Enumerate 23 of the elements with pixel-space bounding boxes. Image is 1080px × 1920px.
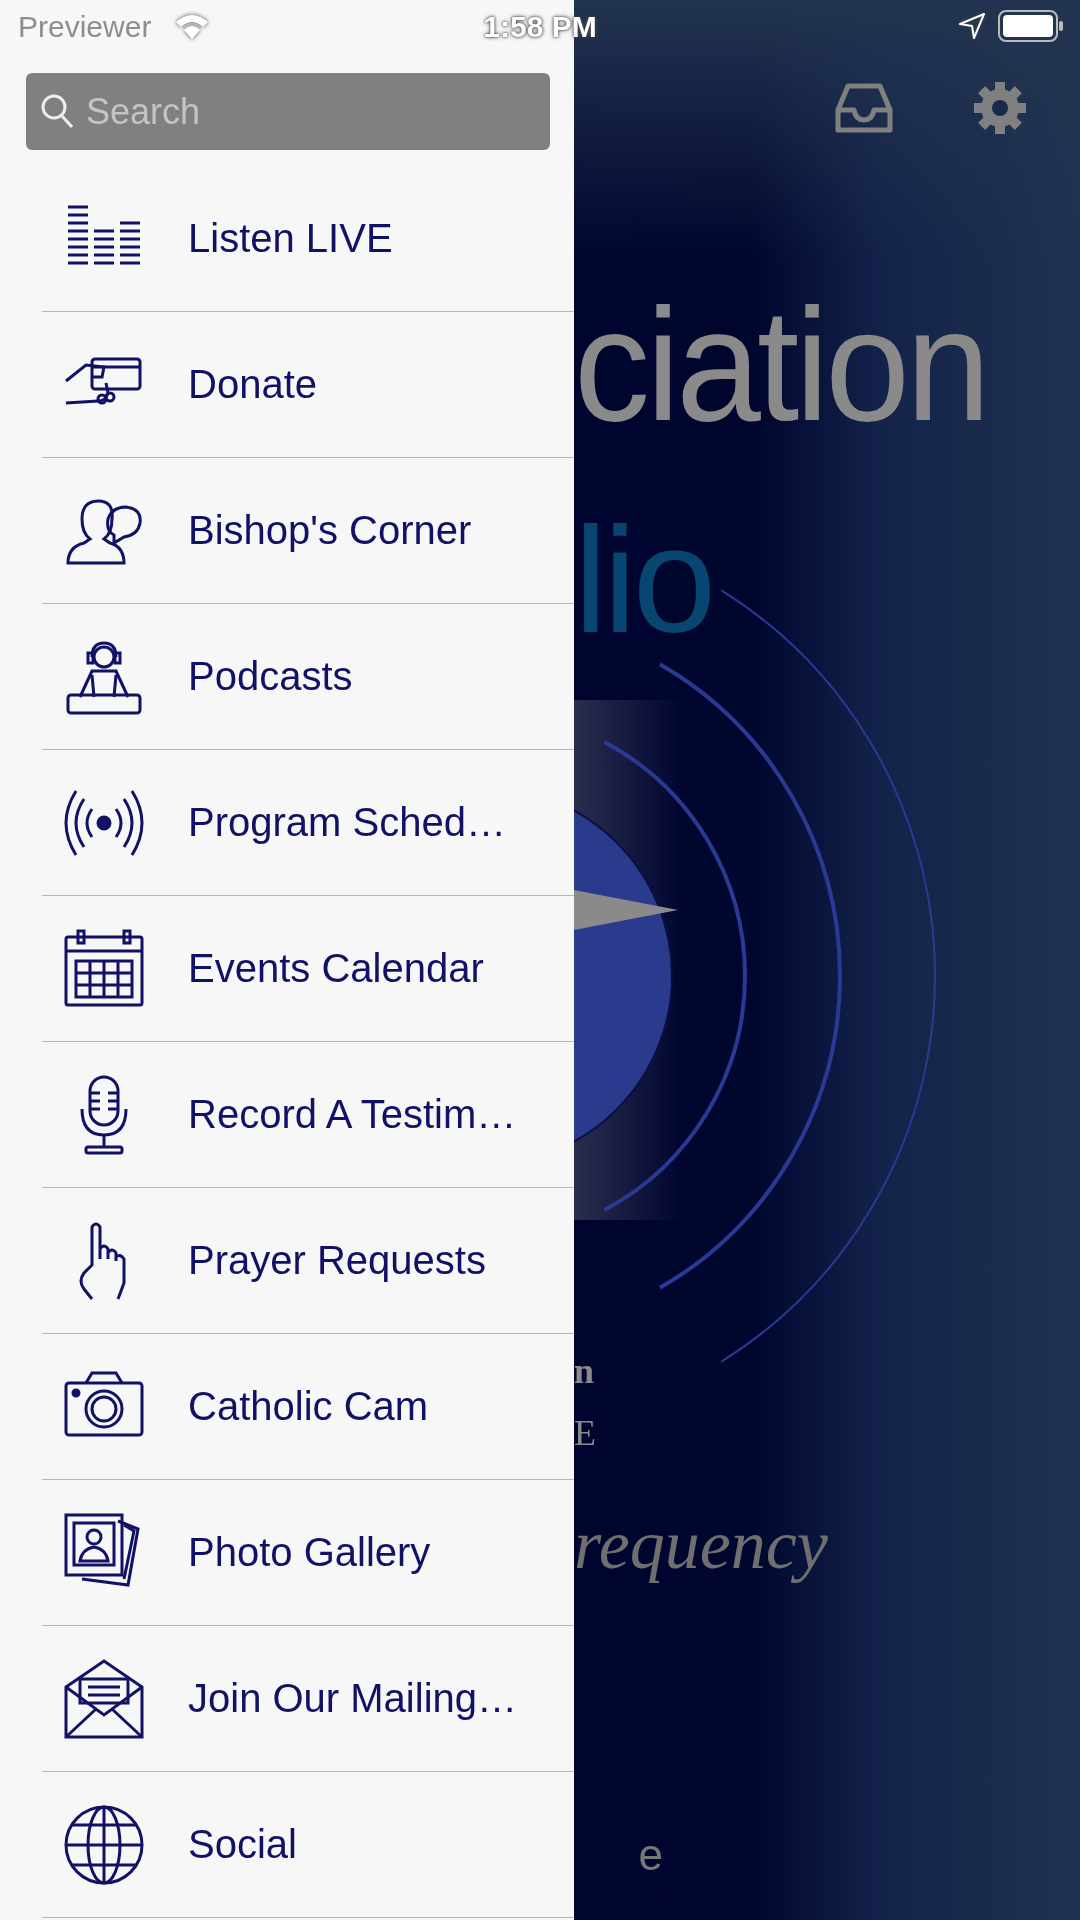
tagline-text: requency (574, 1505, 828, 1585)
menu-item[interactable]: Record A Testim… (42, 1042, 574, 1188)
menu-item[interactable]: Social (42, 1772, 574, 1918)
status-time: 1:58 PM (482, 10, 598, 44)
search-icon (40, 93, 74, 129)
logo-text: E (574, 1412, 596, 1454)
menu-item[interactable]: Podcasts (42, 604, 574, 750)
location-arrow-icon (958, 12, 986, 40)
wifi-icon (174, 12, 210, 40)
logo-text: lio (574, 505, 713, 655)
battery-icon (998, 10, 1064, 42)
search-field[interactable]: Search (26, 73, 550, 150)
menu-item[interactable]: Photo Gallery (42, 1480, 574, 1626)
menu-item[interactable]: Join Our Mailing… (42, 1626, 574, 1772)
menu-item[interactable]: Listen LIVE (42, 166, 574, 312)
menu-item[interactable]: Donate (42, 312, 574, 458)
menu-item[interactable]: Catholic Cam (42, 1334, 574, 1480)
carrier-name: Previewer (18, 10, 152, 44)
logo-text: ciation (574, 285, 987, 445)
logo-text: n (574, 1350, 595, 1392)
menu-item[interactable]: Bishop's Corner (42, 458, 574, 604)
menu-item[interactable]: Events Calendar (42, 896, 574, 1042)
menu-item[interactable]: Program Sched… (42, 750, 574, 896)
